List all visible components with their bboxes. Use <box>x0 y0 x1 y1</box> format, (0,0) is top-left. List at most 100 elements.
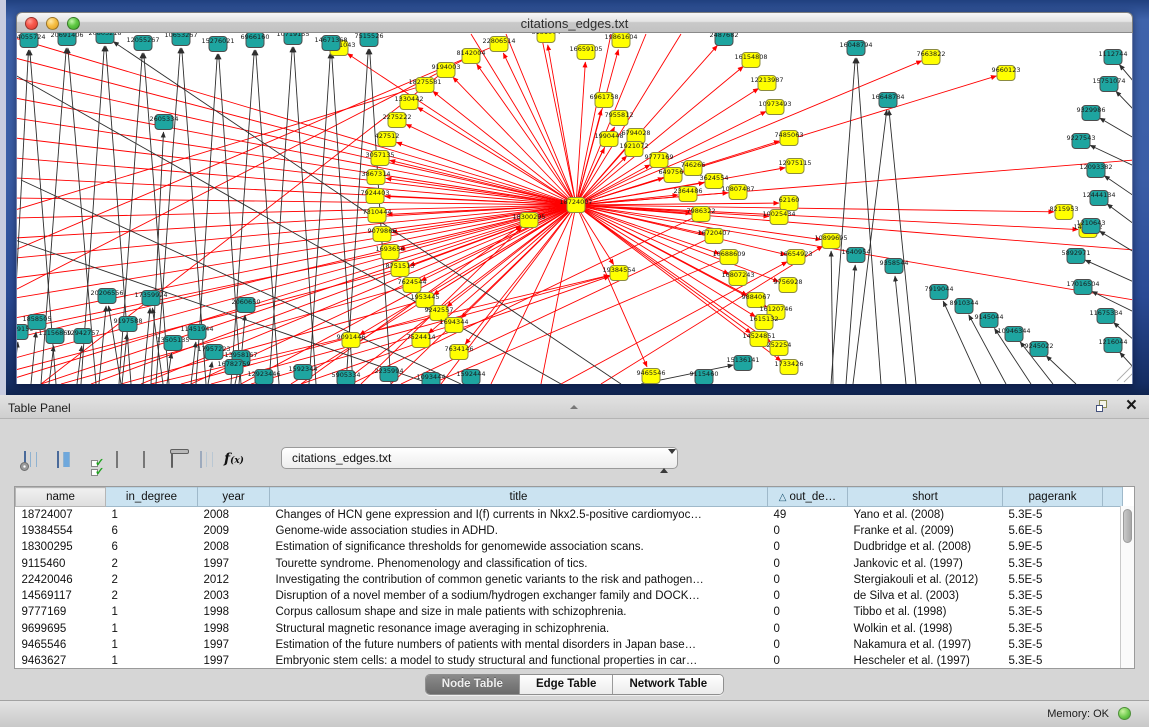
table-row[interactable]: 1872400712008Changes of HCN gene express… <box>16 507 1123 523</box>
table-cell[interactable]: 5.3E-5 <box>1003 621 1103 637</box>
table-cell[interactable]: Franke et al. (2009) <box>848 523 1003 539</box>
delete-rows-button[interactable] <box>159 445 185 473</box>
table-cell[interactable]: 0 <box>768 523 848 539</box>
table-cell[interactable]: 1 <box>106 621 198 637</box>
table-cell[interactable]: 5.3E-5 <box>1003 637 1103 653</box>
close-panel-icon[interactable]: × <box>1126 395 1137 417</box>
table-cell[interactable]: 0 <box>768 604 848 620</box>
table-cell[interactable]: 2003 <box>198 588 270 604</box>
column-header-short[interactable]: short <box>848 488 1003 507</box>
table-cell[interactable]: Changes of HCN gene expression and I(f) … <box>270 507 768 523</box>
select-all-button[interactable]: ✓ ✓ <box>78 445 104 473</box>
table-cell[interactable]: 0 <box>768 637 848 653</box>
tab-edge-table[interactable]: Edge Table <box>520 675 614 694</box>
column-header-name[interactable]: name <box>16 488 106 507</box>
network-window[interactable]: citations_edges.txt 18724007183002951938… <box>16 12 1133 384</box>
table-row[interactable]: 946362711997Embryonic stem cells: a mode… <box>16 653 1123 669</box>
table-cell[interactable]: Hescheler et al. (1997) <box>848 653 1003 669</box>
table-cell[interactable]: Genome-wide association studies in ADHD. <box>270 523 768 539</box>
table-cell[interactable]: 18724007 <box>16 507 106 523</box>
table-row[interactable]: 911546021997Tourette syndrome. Phenomeno… <box>16 555 1123 571</box>
table-cell[interactable]: Dudbridge et al. (2008) <box>848 539 1003 555</box>
table-cell[interactable]: 6 <box>106 523 198 539</box>
table-cell[interactable]: 5.5E-5 <box>1003 572 1103 588</box>
table-cell[interactable]: 18300295 <box>16 539 106 555</box>
table-row[interactable]: 969969511998Structural magnetic resonanc… <box>16 621 1123 637</box>
table-cell[interactable]: Jankovic et al. (1997) <box>848 555 1003 571</box>
scrollbar-thumb[interactable] <box>1123 509 1132 543</box>
table-cell[interactable]: 22420046 <box>16 572 106 588</box>
table-cell[interactable]: 5.9E-5 <box>1003 539 1103 555</box>
table-cell[interactable]: 0 <box>768 653 848 669</box>
row-height-button[interactable] <box>104 445 130 473</box>
table-cell[interactable]: Wolkin et al. (1998) <box>848 621 1003 637</box>
table-cell[interactable]: Corpus callosum shape and size in male p… <box>270 604 768 620</box>
splitter-handle-icon[interactable] <box>570 396 582 401</box>
table-cell[interactable]: 5.3E-5 <box>1003 555 1103 571</box>
table-cell[interactable]: 0 <box>768 588 848 604</box>
table-select-dropdown[interactable]: citations_edges.txt <box>281 447 678 469</box>
table-cell[interactable]: 9465546 <box>16 637 106 653</box>
column-header-title[interactable]: title <box>270 488 768 507</box>
table-cell[interactable]: 2008 <box>198 539 270 555</box>
table-cell[interactable]: 1 <box>106 507 198 523</box>
table-cell[interactable]: Yano et al. (2008) <box>848 507 1003 523</box>
table-scrollbar[interactable] <box>1120 506 1134 668</box>
table-cell[interactable]: Nakamura et al. (1997) <box>848 637 1003 653</box>
table-cell[interactable]: 0 <box>768 539 848 555</box>
table-cell[interactable]: 1 <box>106 637 198 653</box>
table-cell[interactable]: 2 <box>106 588 198 604</box>
table-cell[interactable]: 1997 <box>198 653 270 669</box>
table-cell[interactable]: 5.3E-5 <box>1003 588 1103 604</box>
table-settings-button[interactable] <box>12 445 38 473</box>
table-cell[interactable]: de Silva et al. (2003) <box>848 588 1003 604</box>
network-view-canvas[interactable]: 1872400718300295193845549777169649756874… <box>16 33 1133 384</box>
table-cell[interactable]: 2 <box>106 555 198 571</box>
table-cell[interactable]: 1 <box>106 653 198 669</box>
table-cell[interactable]: Disruption of a novel member of a sodium… <box>270 588 768 604</box>
column-header-year[interactable]: year <box>198 488 270 507</box>
table-cell[interactable]: 2 <box>106 572 198 588</box>
table-cell[interactable]: 19384554 <box>16 523 106 539</box>
table-cell[interactable]: 1 <box>106 604 198 620</box>
table-row[interactable]: 2242004622012Investigating the contribut… <box>16 572 1123 588</box>
table-cell[interactable]: 1998 <box>198 621 270 637</box>
network-window-titlebar[interactable]: citations_edges.txt <box>16 12 1133 33</box>
table-cell[interactable]: 14569117 <box>16 588 106 604</box>
table-cell[interactable]: 2009 <box>198 523 270 539</box>
table-cell[interactable]: Tibbo et al. (1998) <box>848 604 1003 620</box>
table-cell[interactable]: 9463627 <box>16 653 106 669</box>
table-cell[interactable]: 0 <box>768 572 848 588</box>
show-columns-button[interactable] <box>45 445 71 473</box>
table-cell[interactable]: 2008 <box>198 507 270 523</box>
table-cell[interactable]: 5.3E-5 <box>1003 604 1103 620</box>
table-cell[interactable]: 5.3E-5 <box>1003 653 1103 669</box>
tab-network-table[interactable]: Network Table <box>613 675 723 694</box>
table-cell[interactable]: Embryonic stem cells: a model to study s… <box>270 653 768 669</box>
table-cell[interactable]: Estimation of the future numbers of pati… <box>270 637 768 653</box>
table-row[interactable]: 946554611997Estimation of the future num… <box>16 637 1123 653</box>
table-cell[interactable]: 9777169 <box>16 604 106 620</box>
table-cell[interactable]: Tourette syndrome. Phenomenology and cla… <box>270 555 768 571</box>
table-cell[interactable]: Stergiakouli et al. (2012) <box>848 572 1003 588</box>
citation-network-graph[interactable]: 1872400718300295193845549777169649756874… <box>17 33 1133 384</box>
attribute-table[interactable]: namein_degreeyeartitle△out_de…shortpager… <box>14 486 1135 669</box>
table-cell[interactable]: 2012 <box>198 572 270 588</box>
table-header-row[interactable]: namein_degreeyeartitle△out_de…shortpager… <box>16 488 1123 507</box>
table-cell[interactable]: 1997 <box>198 637 270 653</box>
table-cell[interactable]: Investigating the contribution of common… <box>270 572 768 588</box>
column-header-pagerank[interactable]: pagerank <box>1003 488 1103 507</box>
table-row[interactable]: 977716911998Corpus callosum shape and si… <box>16 604 1123 620</box>
table-cell[interactable]: 5.3E-5 <box>1003 507 1103 523</box>
table-row[interactable]: 1830029562008Estimation of significance … <box>16 539 1123 555</box>
table-cell[interactable]: 5.6E-5 <box>1003 523 1103 539</box>
table-cell[interactable]: Estimation of significance thresholds fo… <box>270 539 768 555</box>
column-header-in_degree[interactable]: in_degree <box>106 488 198 507</box>
tab-node-table[interactable]: Node Table <box>426 675 520 694</box>
create-table-button[interactable] <box>131 445 157 473</box>
table-cell[interactable]: 9699695 <box>16 621 106 637</box>
table-cell[interactable]: 6 <box>106 539 198 555</box>
table-type-segmented-control[interactable]: Node TableEdge TableNetwork Table <box>425 674 724 695</box>
table-cell[interactable]: 0 <box>768 555 848 571</box>
table-cell[interactable]: 9115460 <box>16 555 106 571</box>
